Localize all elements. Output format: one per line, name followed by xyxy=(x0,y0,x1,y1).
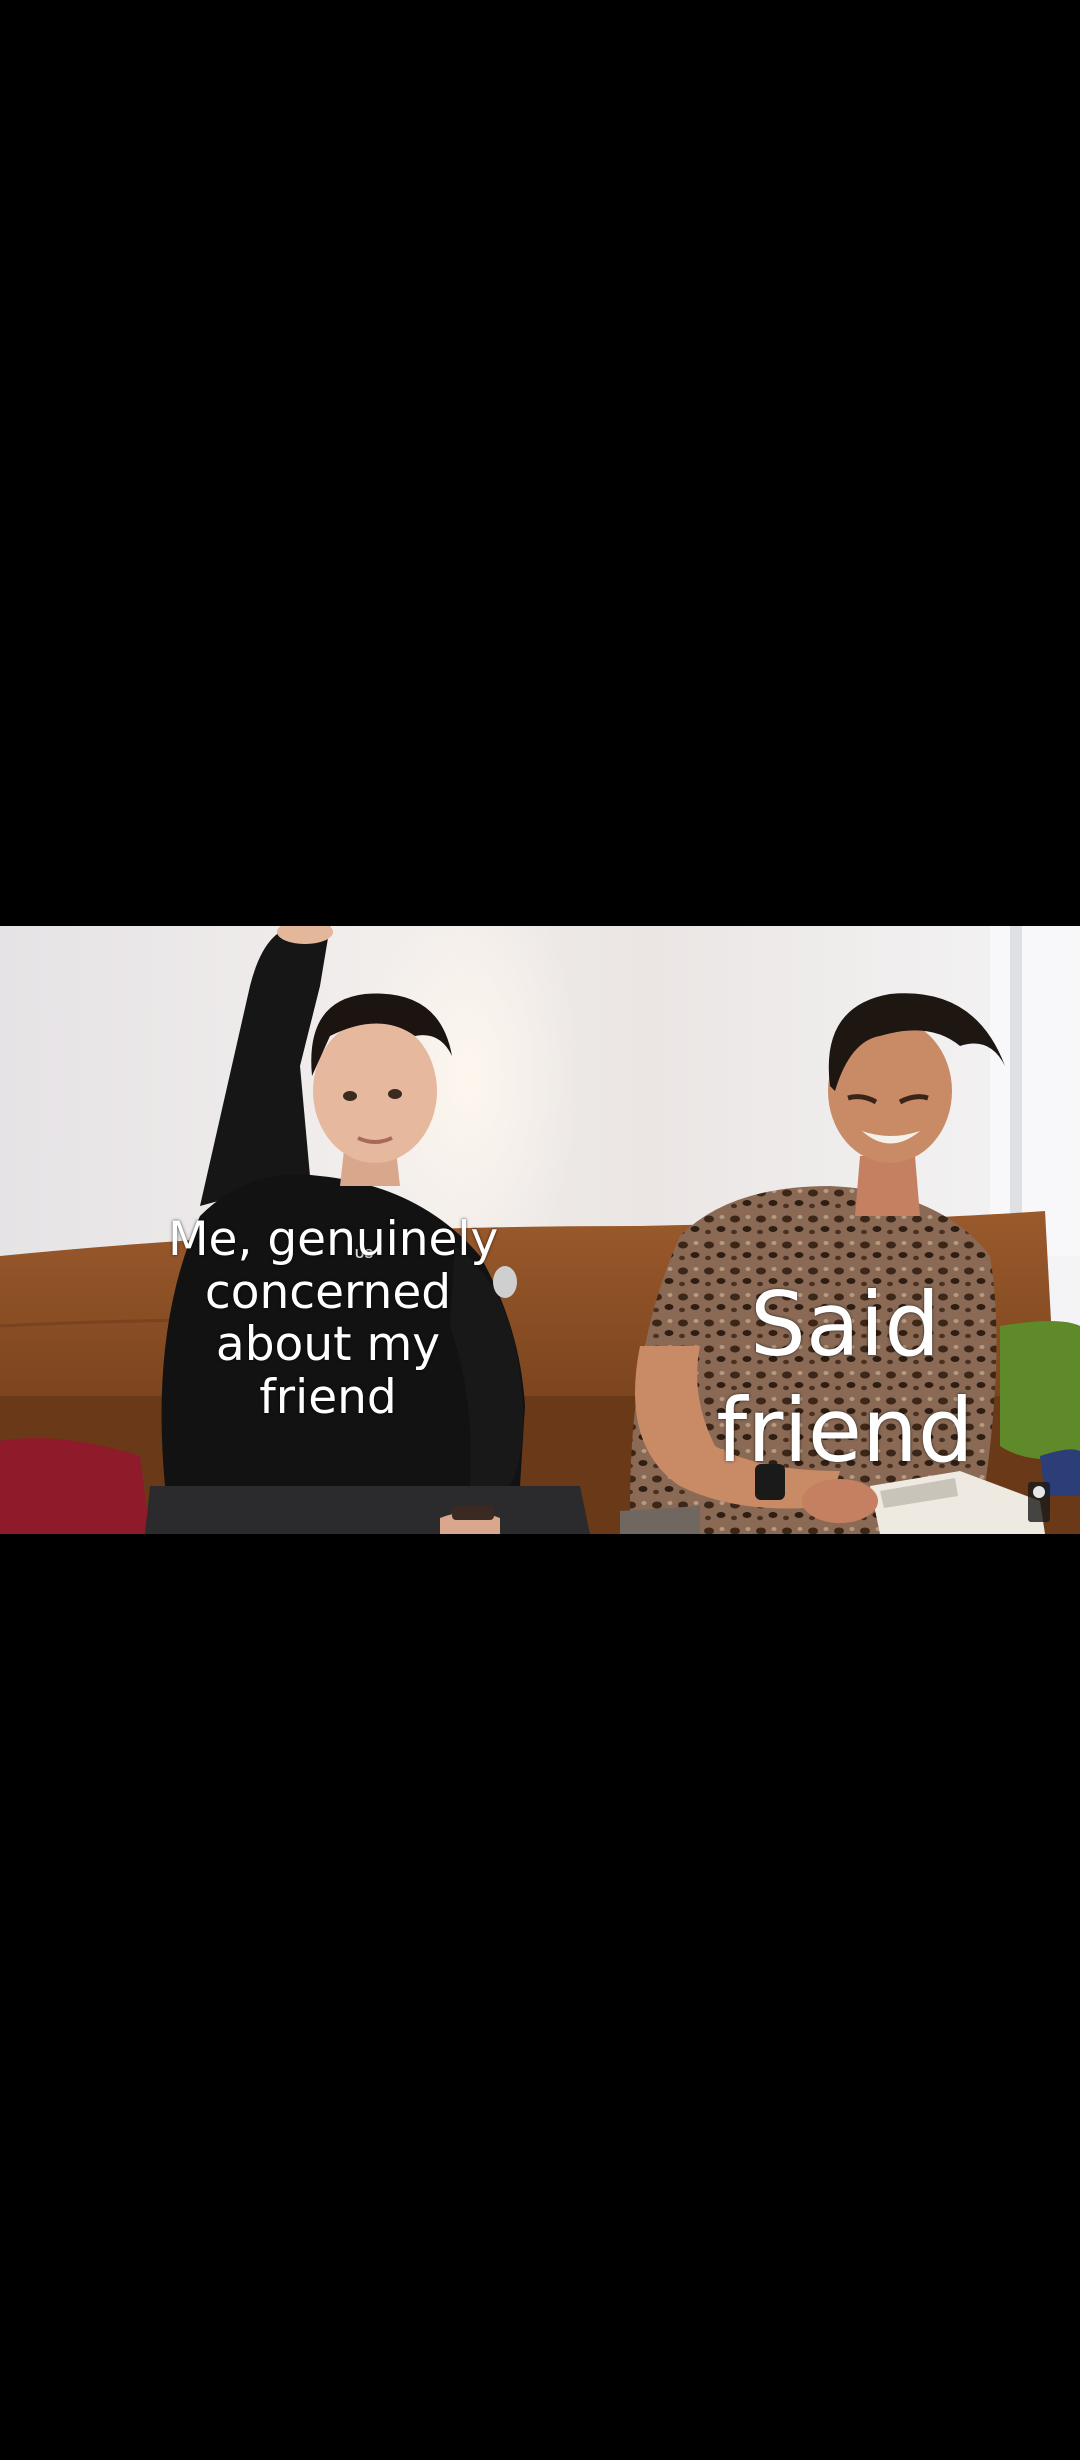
image-viewer: US Me, genuinely concerned about my frie… xyxy=(0,0,1080,2460)
left-caption-line: about my xyxy=(215,1317,441,1373)
left-caption-line: Me, genuinely xyxy=(168,1212,499,1267)
right-caption: Said friend xyxy=(715,1272,975,1483)
left-caption: Me, genuinely concerned about my friend xyxy=(168,1212,499,1425)
left-caption-line: friend xyxy=(259,1369,397,1425)
left-caption-line: concerned xyxy=(204,1264,452,1320)
right-caption-line: Said xyxy=(749,1273,941,1376)
right-caption-line: friend xyxy=(716,1378,974,1482)
